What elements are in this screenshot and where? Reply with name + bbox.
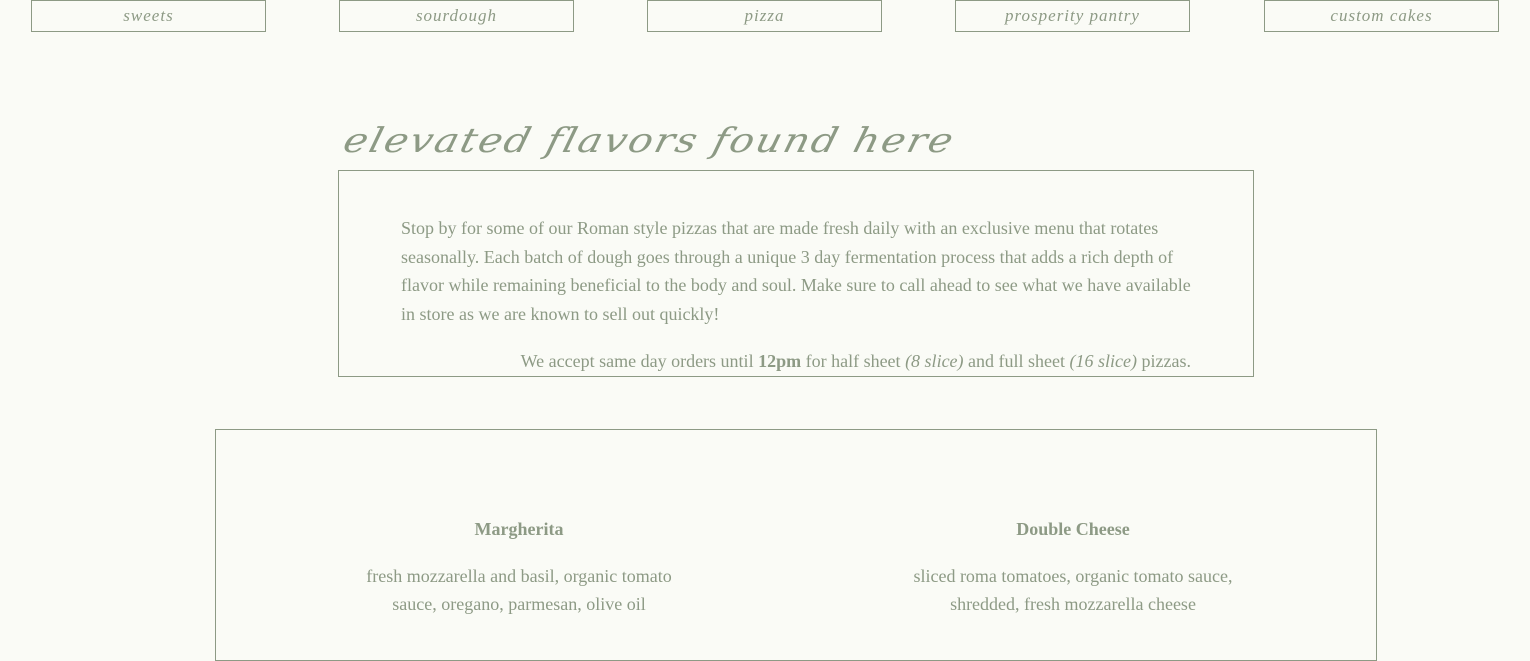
orders-suffix: pizzas. bbox=[1137, 351, 1191, 371]
orders-cutoff-time: 12pm bbox=[758, 351, 802, 371]
half-sheet-slices: (8 slice) bbox=[905, 351, 964, 371]
intro-paragraph: Stop by for some of our Roman style pizz… bbox=[401, 218, 1191, 324]
menu-item-description: fresh mozzarella and basil, organic toma… bbox=[366, 566, 672, 614]
orders-notice: We accept same day orders until 12pm for… bbox=[339, 347, 1191, 375]
menu-item-name: Margherita bbox=[474, 519, 564, 539]
full-sheet-slices: (16 slice) bbox=[1069, 351, 1138, 371]
nav-button-pizza[interactable]: pizza bbox=[647, 0, 882, 32]
top-navigation: sweets sourdough pizza prosperity pantry… bbox=[0, 0, 1530, 32]
nav-button-sourdough[interactable]: sourdough bbox=[339, 0, 574, 32]
nav-button-custom-cakes[interactable]: custom cakes bbox=[1264, 0, 1499, 32]
section-heading: elevated flavors found here bbox=[339, 121, 960, 161]
menu-item-name: Double Cheese bbox=[1016, 519, 1130, 539]
orders-middle-text-2: and full sheet bbox=[963, 351, 1070, 371]
orders-middle-text: for half sheet bbox=[801, 351, 906, 371]
intro-box: Stop by for some of our Roman style pizz… bbox=[338, 170, 1254, 377]
menu-item-margherita: Margherita fresh mozzarella and basil, o… bbox=[346, 516, 692, 618]
orders-prefix: We accept same day orders until bbox=[520, 351, 759, 371]
menu-item-description: sliced roma tomatoes, organic tomato sau… bbox=[913, 566, 1233, 614]
nav-button-prosperity-pantry[interactable]: prosperity pantry bbox=[955, 0, 1190, 32]
menu-item-double-cheese: Double Cheese sliced roma tomatoes, orga… bbox=[896, 516, 1250, 618]
nav-button-sweets[interactable]: sweets bbox=[31, 0, 266, 32]
pizza-menu: Margherita fresh mozzarella and basil, o… bbox=[215, 429, 1377, 661]
